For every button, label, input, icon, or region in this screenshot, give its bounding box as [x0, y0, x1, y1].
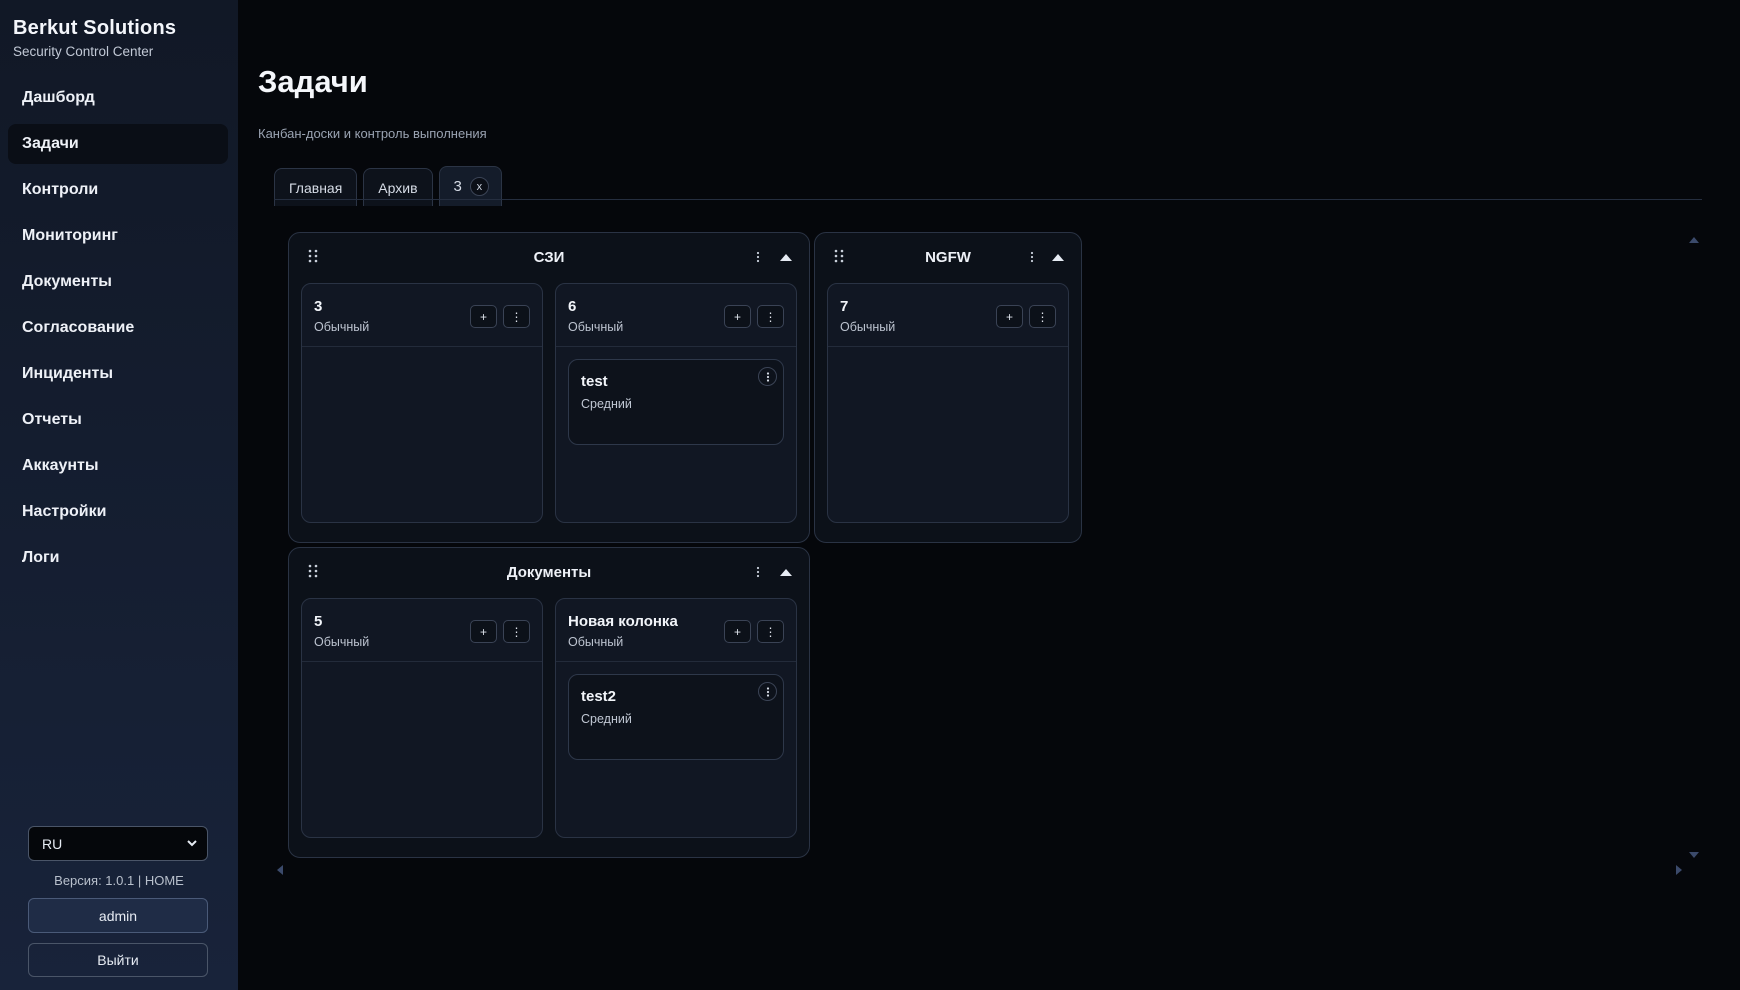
task-card-priority: Средний	[581, 712, 632, 726]
column-menu-button[interactable]: ⋮	[757, 620, 784, 643]
more-vertical-icon[interactable]	[751, 249, 765, 265]
board-group-ngfw: NGFW 7 Обычный + ⋮	[814, 232, 1082, 543]
sidebar-item-controls[interactable]: Контроли	[8, 170, 228, 210]
collapse-up-icon[interactable]	[1051, 251, 1065, 263]
group-title: Документы	[506, 564, 592, 581]
scroll-up-icon[interactable]	[1688, 235, 1700, 245]
task-card-priority: Средний	[581, 397, 632, 411]
more-vertical-icon	[766, 371, 769, 382]
brand-name: Berkut Solutions	[13, 17, 177, 39]
sidebar-item-settings[interactable]: Настройки	[8, 492, 228, 532]
board-group-szi: СЗИ 3 Обычный + ⋮ 6 Обычный + ⋮ test Сре…	[288, 232, 810, 543]
column-title: Новая колонка	[568, 613, 678, 630]
tabs-divider	[274, 199, 1702, 200]
add-card-button[interactable]: +	[470, 305, 497, 328]
sidebar-item-incidents[interactable]: Инциденты	[8, 354, 228, 394]
column-title: 7	[840, 298, 849, 315]
version-text: Версия: 1.0.1 | HOME	[54, 873, 184, 888]
sidebar-item-reports[interactable]: Отчеты	[8, 400, 228, 440]
column-header: 7 Обычный + ⋮	[828, 284, 1068, 347]
column-header: 5 Обычный + ⋮	[302, 599, 542, 662]
scroll-left-icon[interactable]	[275, 864, 285, 876]
scroll-down-icon[interactable]	[1688, 850, 1700, 860]
tab-board-3-label: 3	[453, 178, 462, 195]
sidebar-item-dashboard[interactable]: Дашборд	[8, 78, 228, 118]
logout-button[interactable]: Выйти	[28, 943, 208, 977]
column-type: Обычный	[840, 320, 896, 334]
more-vertical-icon[interactable]	[1025, 249, 1039, 265]
column-type: Обычный	[568, 320, 624, 334]
column-title: 3	[314, 298, 323, 315]
sidebar-item-tasks[interactable]: Задачи	[8, 124, 228, 164]
kanban-column: 3 Обычный + ⋮	[301, 283, 543, 523]
task-card-title: test2	[581, 688, 617, 705]
brand: Berkut Solutions Security Control Center	[13, 17, 176, 59]
sidebar-item-approval[interactable]: Согласование	[8, 308, 228, 348]
group-title: NGFW	[925, 249, 971, 266]
more-vertical-icon	[766, 686, 769, 697]
sidebar: Berkut Solutions Security Control Center…	[0, 0, 238, 990]
sidebar-item-monitoring[interactable]: Мониторинг	[8, 216, 228, 256]
column-menu-button[interactable]: ⋮	[757, 305, 784, 328]
column-menu-button[interactable]: ⋮	[1029, 305, 1056, 328]
board-group-documents: Документы 5 Обычный + ⋮ Новая колонка Об…	[288, 547, 810, 858]
kanban-column: 5 Обычный + ⋮	[301, 598, 543, 838]
sidebar-item-accounts[interactable]: Аккаунты	[8, 446, 228, 486]
language-select[interactable]: RU	[28, 826, 208, 861]
sidebar-item-documents[interactable]: Документы	[8, 262, 228, 302]
add-card-button[interactable]: +	[724, 305, 751, 328]
group-title: СЗИ	[533, 249, 565, 266]
chevron-down-icon	[187, 840, 197, 847]
tab-archive[interactable]: Архив	[363, 168, 433, 206]
brand-subtitle: Security Control Center	[13, 44, 154, 59]
sidebar-nav: Дашборд Задачи Контроли Мониторинг Докум…	[8, 78, 228, 584]
column-type: Обычный	[314, 320, 370, 334]
add-card-button[interactable]: +	[470, 620, 497, 643]
tab-main[interactable]: Главная	[274, 168, 358, 206]
task-card[interactable]: test2 Средний	[568, 674, 784, 760]
page-subtitle: Канбан-доски и контроль выполнения	[258, 126, 487, 141]
column-type: Обычный	[314, 635, 370, 649]
kanban-column: 6 Обычный + ⋮ test Средний	[555, 283, 797, 523]
kanban-column: Новая колонка Обычный + ⋮ test2 Средний	[555, 598, 797, 838]
column-header: 3 Обычный + ⋮	[302, 284, 542, 347]
sidebar-item-logs[interactable]: Логи	[8, 538, 228, 578]
language-value: RU	[42, 835, 63, 852]
add-card-button[interactable]: +	[724, 620, 751, 643]
card-menu-button[interactable]	[758, 682, 777, 701]
tab-board-3[interactable]: 3 x	[438, 166, 502, 206]
page-title: Задачи	[258, 64, 368, 99]
column-menu-button[interactable]: ⋮	[503, 305, 530, 328]
card-menu-button[interactable]	[758, 367, 777, 386]
collapse-up-icon[interactable]	[779, 566, 793, 578]
column-header: 6 Обычный + ⋮	[556, 284, 796, 347]
tab-close-button[interactable]: x	[469, 177, 489, 196]
kanban-column: 7 Обычный + ⋮	[827, 283, 1069, 523]
column-title: 6	[568, 298, 577, 315]
scroll-right-icon[interactable]	[1674, 864, 1684, 876]
user-button[interactable]: admin	[28, 898, 208, 933]
column-title: 5	[314, 613, 323, 630]
column-type: Обычный	[568, 635, 624, 649]
task-card[interactable]: test Средний	[568, 359, 784, 445]
collapse-up-icon[interactable]	[779, 251, 793, 263]
column-menu-button[interactable]: ⋮	[503, 620, 530, 643]
add-card-button[interactable]: +	[996, 305, 1023, 328]
more-vertical-icon[interactable]	[751, 564, 765, 580]
task-card-title: test	[581, 373, 608, 390]
column-header: Новая колонка Обычный + ⋮	[556, 599, 796, 662]
